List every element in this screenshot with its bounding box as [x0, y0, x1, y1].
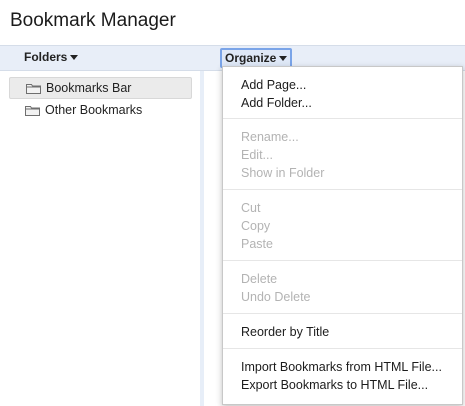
- caret-down-icon: [279, 56, 288, 61]
- menu-separator: [223, 313, 462, 314]
- menu-item-show-in-folder[interactable]: Show in Folder: [241, 164, 324, 182]
- organize-button-label: Organize: [225, 51, 277, 65]
- menu-item-add-page[interactable]: Add Page...: [241, 76, 306, 94]
- folder-icon: [26, 83, 41, 94]
- menu-item-reorder-by-title[interactable]: Reorder by Title: [241, 323, 329, 341]
- menu-item-rename[interactable]: Rename...: [241, 128, 299, 146]
- menu-separator: [223, 348, 462, 349]
- menu-item-copy[interactable]: Copy: [241, 217, 270, 235]
- tree-item-label: Other Bookmarks: [45, 103, 143, 117]
- tree-item-other-bookmarks[interactable]: Other Bookmarks: [9, 99, 192, 121]
- tree-item-bookmarks-bar[interactable]: Bookmarks Bar: [9, 77, 192, 99]
- menu-item-undo-delete[interactable]: Undo Delete: [241, 288, 311, 306]
- menu-separator: [223, 189, 462, 190]
- menu-item-delete[interactable]: Delete: [241, 270, 277, 288]
- menu-separator: [223, 260, 462, 261]
- menu-item-import-html[interactable]: Import Bookmarks from HTML File...: [241, 358, 442, 376]
- folder-icon: [25, 105, 40, 116]
- caret-down-icon: [70, 55, 79, 60]
- menu-item-paste[interactable]: Paste: [241, 235, 273, 253]
- menu-item-edit[interactable]: Edit...: [241, 146, 273, 164]
- menu-item-add-folder[interactable]: Add Folder...: [241, 94, 312, 112]
- menu-separator: [223, 118, 462, 119]
- folders-menu-button[interactable]: Folders: [24, 50, 79, 64]
- page-title: Bookmark Manager: [10, 10, 176, 31]
- folders-button-label: Folders: [24, 50, 68, 64]
- menu-item-export-html[interactable]: Export Bookmarks to HTML File...: [241, 376, 428, 394]
- organize-menu: Add Page... Add Folder... Rename... Edit…: [222, 66, 463, 405]
- menu-item-cut[interactable]: Cut: [241, 199, 260, 217]
- folder-tree: Bookmarks Bar Other Bookmarks: [0, 71, 200, 406]
- tree-item-label: Bookmarks Bar: [46, 81, 132, 95]
- organize-menu-button[interactable]: Organize: [220, 48, 293, 68]
